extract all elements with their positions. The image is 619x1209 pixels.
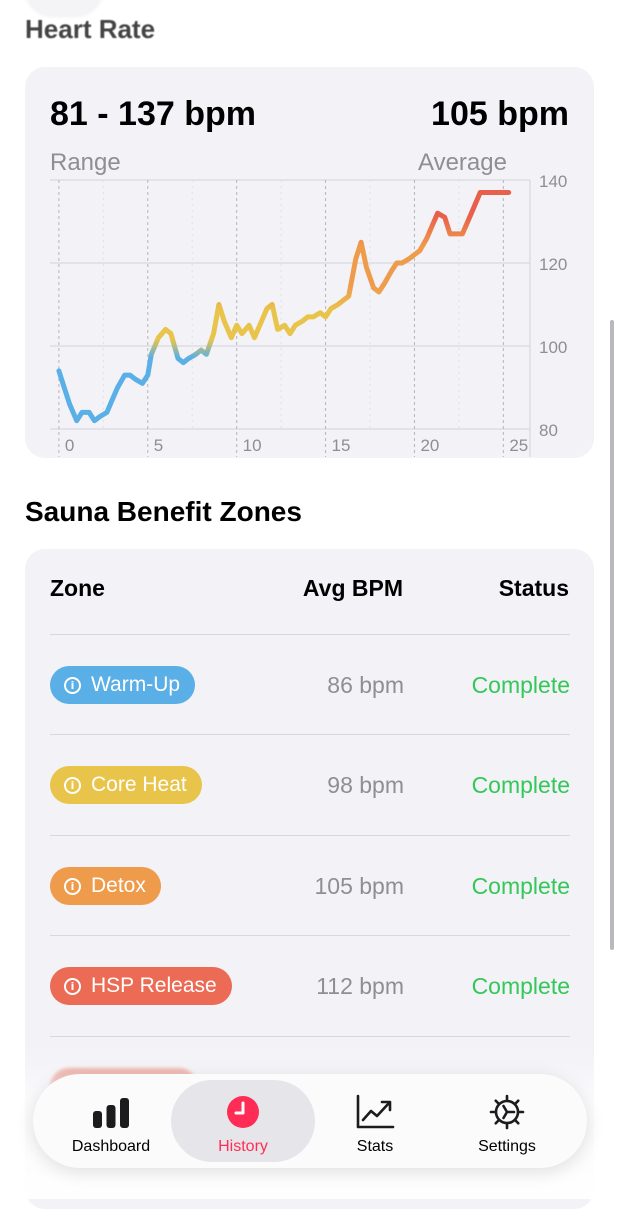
info-icon: i — [64, 977, 81, 995]
y-tick-label: 100 — [539, 338, 567, 357]
tab-dashboard-label: Dashboard — [71, 1138, 151, 1155]
info-icon: i — [64, 776, 81, 794]
zone-avg-bpm: 98 bpm — [327, 772, 404, 798]
zone-column-header: Zone — [50, 575, 105, 601]
x-tick-label: 20 — [420, 436, 439, 455]
bar-chart-icon — [93, 1098, 129, 1128]
y-tick-label: 140 — [539, 172, 567, 191]
zone-pill-core-heat[interactable]: i Core Heat — [50, 766, 202, 804]
tab-stats[interactable]: Stats — [303, 1080, 447, 1162]
zone-avg-bpm: 86 bpm — [327, 672, 404, 698]
x-tick-label: 25 — [509, 436, 528, 455]
tab-bar: Dashboard History Stats Settings — [33, 1074, 587, 1168]
zone-name: Detox — [91, 874, 146, 897]
zone-status: Complete — [471, 772, 570, 798]
zone-avg-bpm: 105 bpm — [314, 873, 404, 899]
clock-icon — [227, 1096, 259, 1128]
heart-rate-line — [56, 190, 512, 424]
zone-pill-warm-up[interactable]: i Warm-Up — [50, 666, 196, 704]
x-tick-label: 0 — [65, 436, 74, 455]
x-tick-label: 15 — [332, 436, 351, 455]
heart-rate-card: 81 - 137 bpm 105 bpm Range Average 140 12… — [25, 67, 594, 458]
zone-row-warm-up: i Warm-Up 86 bpm Complete — [50, 634, 570, 735]
y-tick-label: 120 — [539, 255, 567, 274]
info-icon: i — [64, 877, 81, 895]
tab-settings[interactable]: Settings — [435, 1080, 579, 1162]
bpm-column-header: Avg BPM — [302, 575, 403, 601]
zone-name: HSP Release — [91, 974, 217, 997]
heart-rate-title: Heart Rate — [25, 14, 156, 44]
zone-status: Complete — [471, 672, 570, 698]
tab-settings-label: Settings — [478, 1138, 536, 1155]
tab-dashboard[interactable]: Dashboard — [39, 1080, 183, 1162]
info-icon: i — [64, 676, 81, 694]
zone-row-core-heat: i Core Heat 98 bpm Complete — [50, 734, 570, 835]
zone-row-hsp-release: i HSP Release 112 bpm Complete — [50, 935, 570, 1036]
tab-history-label: History — [218, 1138, 268, 1155]
tab-history[interactable]: History — [171, 1080, 315, 1162]
zone-pill-detox[interactable]: i Detox — [50, 867, 161, 905]
zone-name: Warm-Up — [91, 673, 181, 696]
status-column-header: Status — [498, 575, 569, 601]
x-tick-label: 10 — [243, 436, 262, 455]
zone-name: Core Heat — [91, 773, 187, 796]
zone-pill-hsp-release[interactable]: i HSP Release — [50, 967, 232, 1005]
trend-chart-icon — [356, 1094, 395, 1129]
gear-icon — [489, 1094, 525, 1130]
heart-rate-chart: 140 120 100 80 0 5 10 15 20 25 — [50, 172, 567, 457]
zone-status: Complete — [471, 873, 570, 899]
x-tick-label: 5 — [154, 436, 163, 455]
zone-row-detox: i Detox 105 bpm Complete — [50, 835, 570, 936]
scrollbar[interactable] — [610, 320, 614, 950]
y-tick-label: 80 — [539, 421, 558, 440]
zone-avg-bpm: 112 bpm — [316, 973, 404, 999]
zones-title: Sauna Benefit Zones — [25, 496, 302, 527]
tab-stats-label: Stats — [356, 1138, 394, 1155]
zone-status: Complete — [471, 973, 570, 999]
